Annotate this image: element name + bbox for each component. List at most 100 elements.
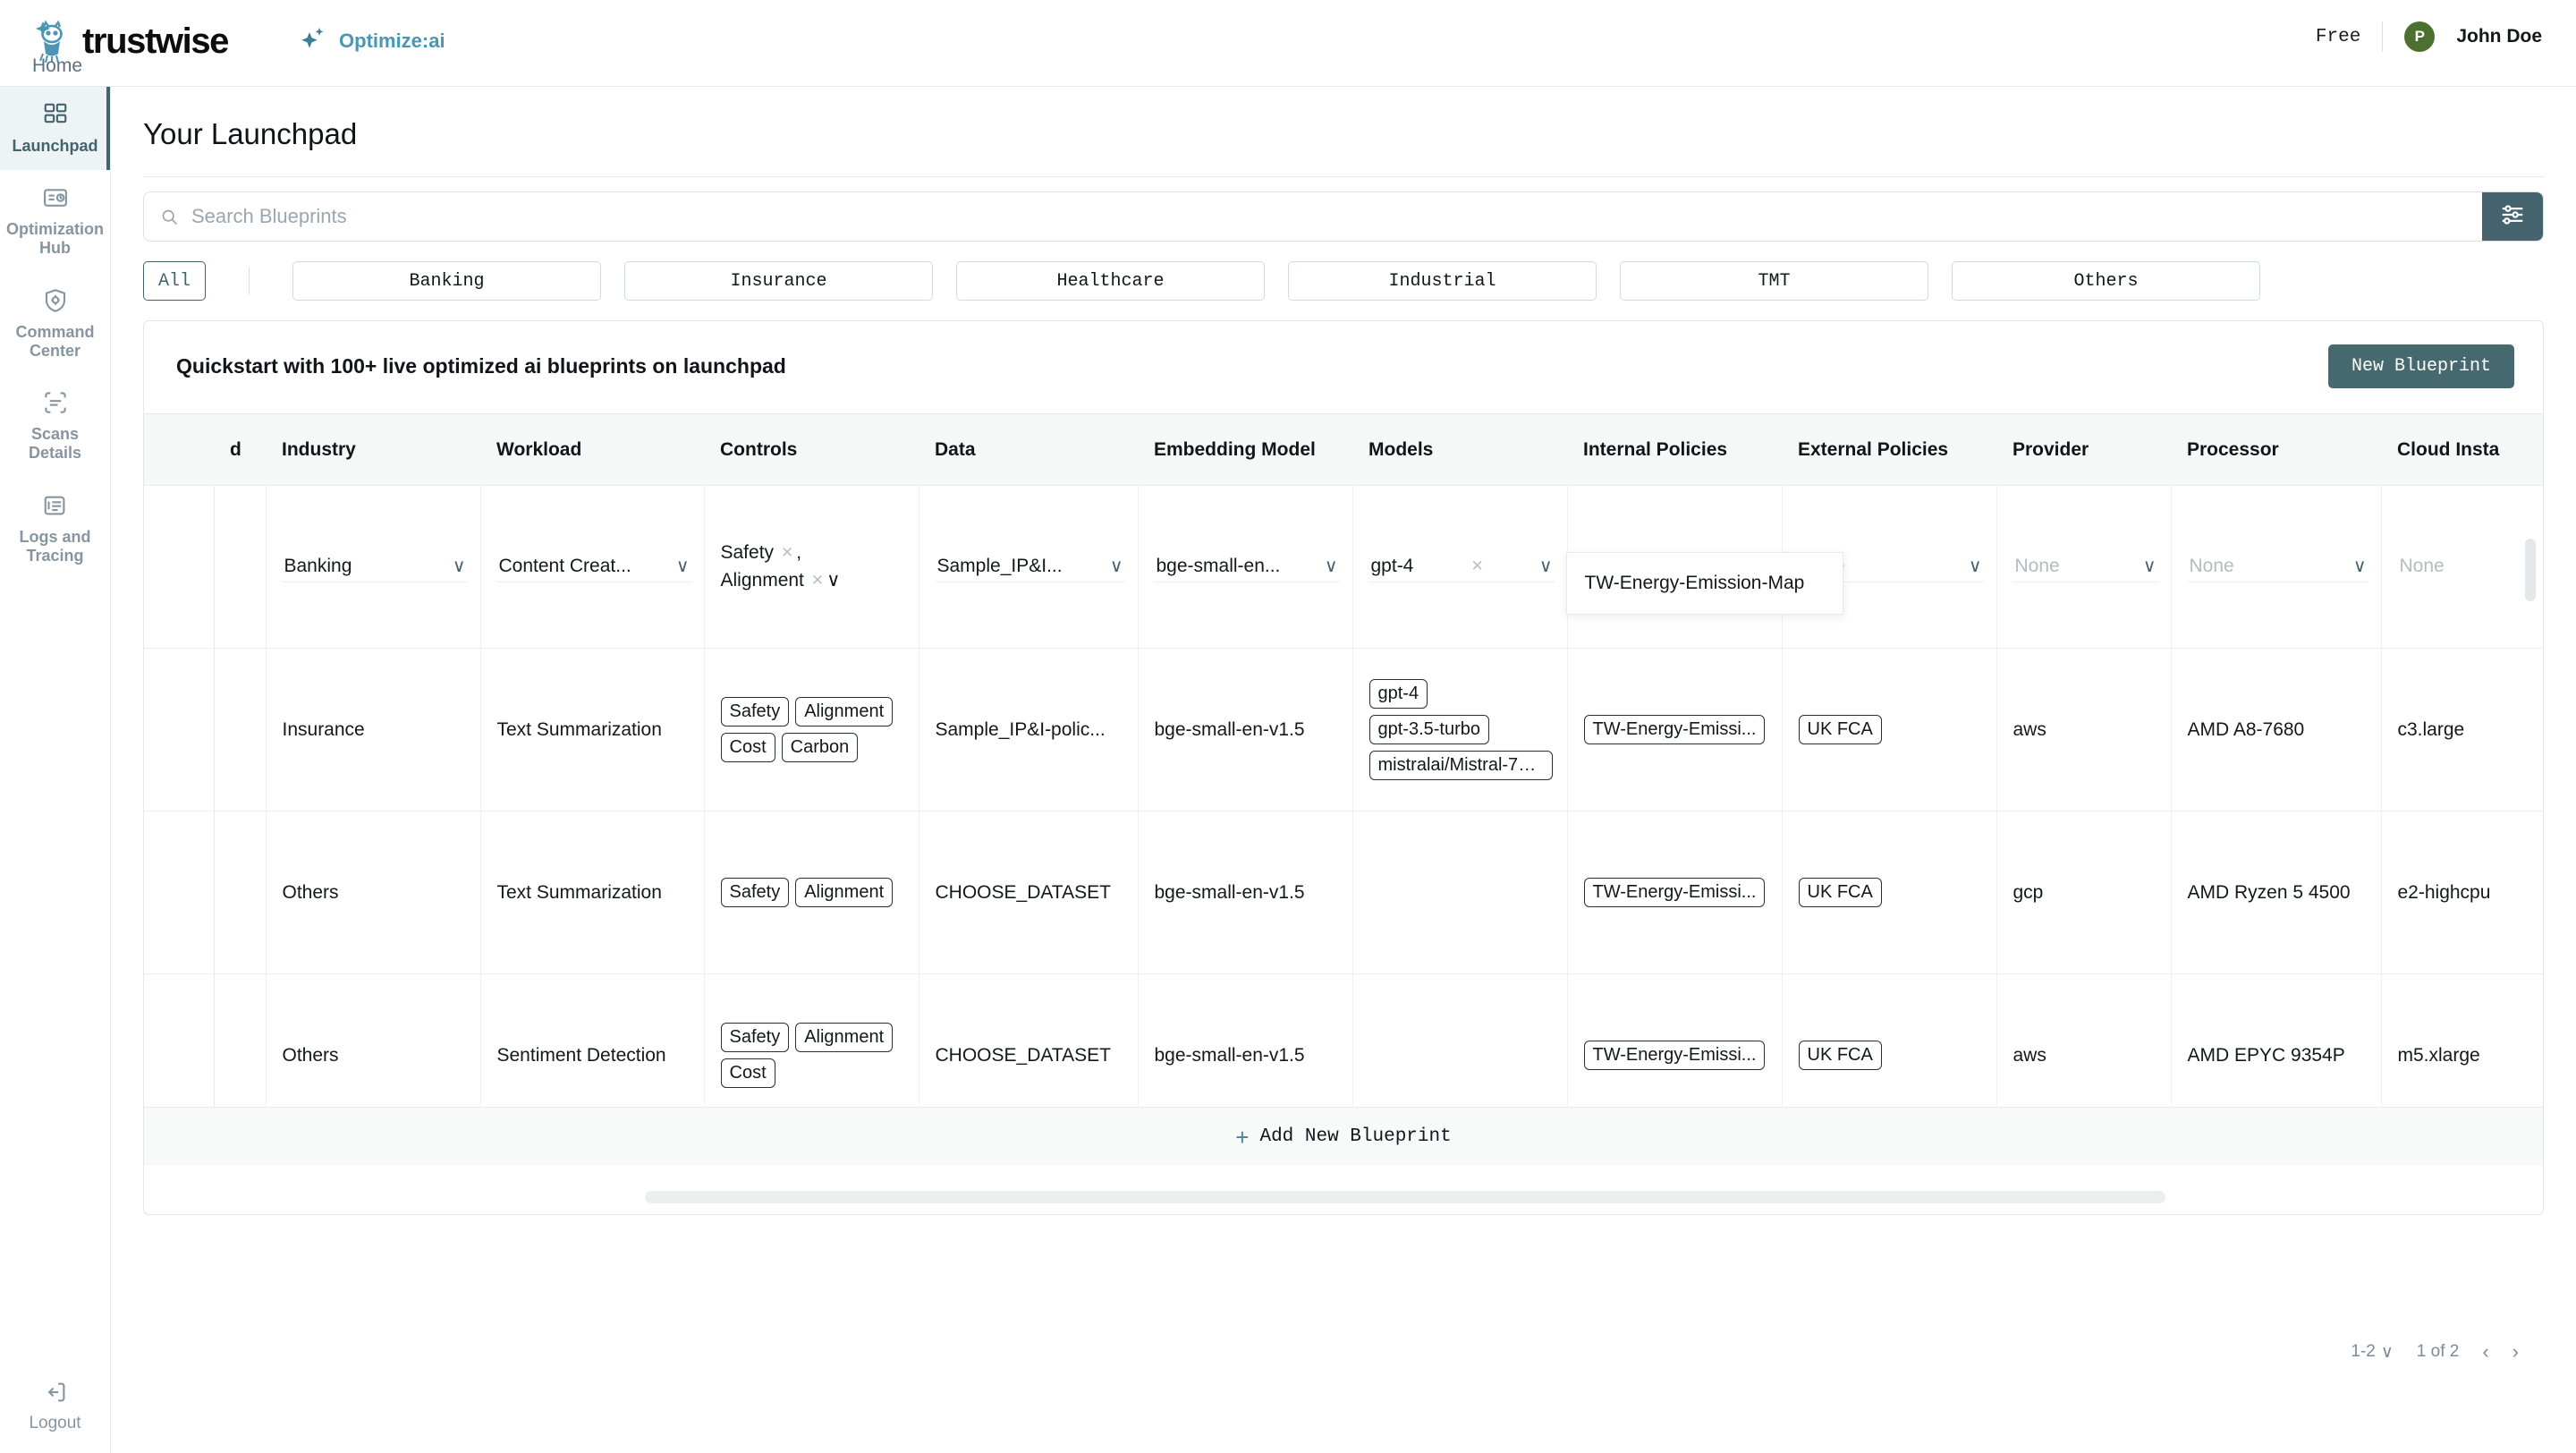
tab-others[interactable]: Others	[1952, 261, 2260, 301]
tab-industrial[interactable]: Industrial	[1288, 261, 1597, 301]
industry-select[interactable]: Banking ∨	[282, 552, 468, 582]
sidebar-item-scans-details[interactable]: Scans Details	[0, 375, 110, 477]
chevron-down-icon: ∨	[826, 570, 841, 591]
tab-banking[interactable]: Banking	[292, 261, 601, 301]
col-header-data[interactable]: Data	[919, 413, 1138, 486]
control-chip: Safety	[720, 697, 790, 726]
models-multiselect[interactable]: gpt-4 ✕ ∨	[1368, 552, 1555, 582]
main-content: Your Launchpad All Banking Insurance	[111, 87, 2576, 1453]
filter-button[interactable]	[2482, 192, 2543, 241]
sidebar-item-command-center[interactable]: Command Center	[0, 273, 110, 375]
tab-all[interactable]: All	[143, 261, 206, 301]
col-header-cloud-instance[interactable]: Cloud Insta	[2381, 413, 2543, 486]
remove-icon[interactable]: ✕	[781, 544, 793, 562]
rows-per-page-select[interactable]: 1-2 ∨	[2351, 1342, 2393, 1363]
user-name[interactable]: John Doe	[2456, 26, 2542, 47]
avatar[interactable]: P	[2404, 21, 2436, 52]
cell-provider: gcp	[1996, 811, 2172, 974]
remove-icon[interactable]: ✕	[811, 572, 824, 590]
vertical-divider	[2382, 21, 2384, 52]
col-header-internal-policies[interactable]: Internal Policies	[1567, 413, 1782, 486]
sidebar-item-optimization-hub[interactable]: Optimization Hub	[0, 170, 110, 272]
models-chips: gpt-4 gpt-3.5-turbo mistralai/Mistral-7B…	[1368, 679, 1555, 780]
control-chip: Alignment	[795, 697, 894, 726]
embedding-model-value: bge-small-en...	[1156, 555, 1281, 576]
table-row[interactable]: Insurance Text Summarization Safety Alig…	[144, 648, 2543, 811]
col-header-provider[interactable]: Provider	[1996, 413, 2171, 486]
chevron-down-icon: ∨	[2380, 1342, 2394, 1362]
cell-provider: None ∨	[1996, 485, 2172, 649]
col-header-controls[interactable]: Controls	[704, 413, 919, 486]
internal-policies-dropdown: TW-Energy-Emission-Map	[1565, 552, 1843, 615]
col-header-processor[interactable]: Processor	[2171, 413, 2381, 486]
home-link[interactable]: Home	[32, 55, 82, 77]
model-chip: gpt-4	[1368, 679, 1428, 709]
tab-healthcare[interactable]: Healthcare	[956, 261, 1265, 301]
workload-value: Content Creat...	[498, 555, 631, 576]
tab-divider	[249, 268, 250, 294]
model-chip: mistralai/Mistral-7B...	[1368, 751, 1553, 780]
cell-blueprint-id	[214, 648, 267, 811]
vertical-scrollbar[interactable]	[2525, 539, 2536, 601]
col-header-models[interactable]: Models	[1352, 413, 1567, 486]
cell-workload: Text Summarization	[480, 811, 705, 974]
prev-page-button[interactable]: ‹	[2482, 1340, 2488, 1364]
cell-embedding-model: bge-small-en... ∨	[1138, 485, 1353, 649]
workload-select[interactable]: Content Creat... ∨	[496, 552, 691, 582]
table-row[interactable]: Others Text Summarization Safety Alignme…	[144, 811, 2543, 974]
cell-workload: Text Summarization	[480, 648, 705, 811]
cell-internal-policies: None ∨ TW-Energy-Emission-Map	[1565, 485, 1843, 649]
new-blueprint-button[interactable]: New Blueprint	[2327, 344, 2514, 388]
cell-workload: Content Creat... ∨	[480, 485, 705, 649]
scrollbar-thumb[interactable]	[645, 1191, 2165, 1203]
control-chip: Safety	[720, 878, 790, 907]
search-input[interactable]	[191, 192, 2482, 241]
cell-processor: AMD A8-7680	[2171, 648, 2382, 811]
sidebar-item-label: Command Center	[15, 322, 95, 360]
external-policy-chips: UK FCA	[1798, 878, 1984, 907]
blueprints-table-wrapper: d Industry Workload Controls Data Embedd…	[144, 413, 2543, 1137]
tab-tmt[interactable]: TMT	[1620, 261, 1928, 301]
control-chip: Alignment	[795, 878, 894, 907]
cell-models	[1352, 811, 1568, 974]
processor-placeholder: None	[2189, 555, 2234, 576]
cell-data: CHOOSE_DATASET	[919, 811, 1139, 974]
col-header-industry[interactable]: Industry	[266, 413, 480, 486]
card-heading: Quickstart with 100+ live optimized ai b…	[176, 354, 786, 378]
dropdown-option[interactable]: TW-Energy-Emission-Map	[1585, 573, 1825, 594]
controls-chips: Safety Alignment Cost	[720, 1023, 906, 1088]
table-header-row: d Industry Workload Controls Data Embedd…	[144, 413, 2543, 486]
policy-chip: UK FCA	[1798, 1041, 1882, 1070]
chevron-down-icon: ∨	[2142, 556, 2157, 576]
cell-blueprint-id	[214, 485, 267, 649]
cloud-instance-select[interactable]: None	[2398, 552, 2544, 582]
col-header-embedding-model[interactable]: Embedding Model	[1138, 413, 1352, 486]
logout-button[interactable]: Logout	[0, 1379, 110, 1433]
tab-insurance[interactable]: Insurance	[624, 261, 933, 301]
embedding-model-select[interactable]: bge-small-en... ∨	[1154, 552, 1340, 582]
policy-chip: UK FCA	[1798, 878, 1882, 907]
controls-line: Alignment ✕ ∨	[721, 569, 906, 591]
data-select[interactable]: Sample_IP&I... ∨	[935, 552, 1125, 582]
control-chip: Cost	[720, 1058, 775, 1088]
sidebar-item-launchpad[interactable]: Launchpad	[0, 87, 110, 171]
blueprints-table: d Industry Workload Controls Data Embedd…	[144, 413, 2544, 1137]
comma: ,	[796, 542, 802, 563]
col-header-external-policies[interactable]: External Policies	[1782, 413, 1996, 486]
sidebar-item-label: Optimization Hub	[6, 220, 104, 258]
add-new-blueprint-row[interactable]: + Add New Blueprint	[144, 1107, 2543, 1166]
cell-embedding-model: bge-small-en-v1.5	[1138, 811, 1353, 974]
top-bar: trustwise Optimize:ai Free P John Doe	[0, 0, 2576, 87]
cell-internal-policies: TW-Energy-Emissi...	[1567, 648, 1783, 811]
col-header-blueprint-id[interactable]: d	[214, 413, 266, 486]
next-page-button[interactable]: ›	[2512, 1340, 2519, 1364]
page-status: 1 of 2	[2416, 1342, 2460, 1361]
provider-select[interactable]: None ∨	[2012, 552, 2158, 582]
col-header-workload[interactable]: Workload	[480, 413, 704, 486]
sidebar-item-logs-and-tracing[interactable]: Logs and Tracing	[0, 478, 110, 580]
controls-multiselect[interactable]: Safety ✕ , Alignment ✕ ∨	[721, 542, 906, 591]
processor-select[interactable]: None ∨	[2187, 552, 2368, 582]
row-spacer	[144, 811, 215, 974]
horizontal-scrollbar[interactable]	[144, 1191, 2543, 1205]
remove-icon[interactable]: ✕	[1470, 557, 1483, 575]
